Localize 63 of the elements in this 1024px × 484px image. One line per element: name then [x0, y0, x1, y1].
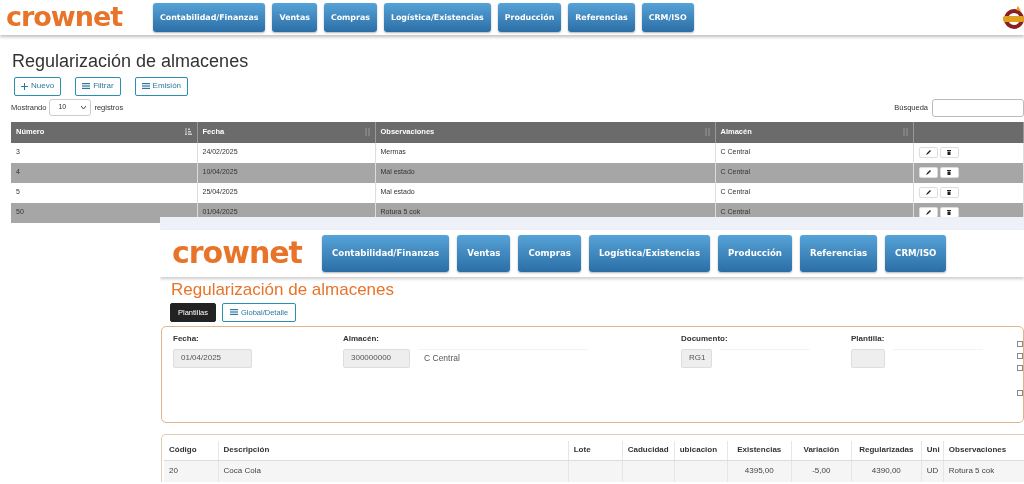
checkbox[interactable]: [1017, 364, 1023, 371]
column-header: Lote: [573, 445, 591, 455]
delete-button[interactable]: [939, 186, 959, 198]
trash-icon: [947, 209, 951, 215]
checkbox[interactable]: [1017, 352, 1023, 359]
input-field[interactable]: [851, 348, 885, 368]
field-label: Plantilla:: [851, 332, 886, 345]
column-header: Variación: [803, 445, 840, 455]
logo[interactable]: crownet: [172, 234, 302, 270]
trash-icon: [947, 149, 951, 155]
table-cell: Rotura 5 cok: [948, 466, 995, 476]
input-field[interactable]: C Central: [418, 348, 588, 368]
column-header: Caducidad: [627, 445, 669, 455]
checkbox[interactable]: [1017, 389, 1023, 396]
nav-button[interactable]: CRM/ISO: [885, 235, 947, 272]
column-header: Existencias: [737, 445, 782, 455]
input-field[interactable]: 01/04/2025: [173, 348, 252, 368]
input-field[interactable]: RG1: [681, 348, 712, 368]
pencil-icon: [925, 169, 931, 175]
column-header: ubicacion: [679, 445, 718, 455]
menu-icon: [82, 83, 91, 90]
nav-button[interactable]: Logística/Existencias: [588, 235, 711, 272]
column-header: Código: [169, 445, 197, 455]
chevron-icon: [81, 105, 87, 110]
table-cell: Coca Cola: [223, 466, 261, 476]
search-field[interactable]: [932, 98, 1024, 117]
nav-button[interactable]: Referencias: [799, 235, 878, 272]
column-header: Observaciones: [948, 445, 1007, 455]
logo[interactable]: crownet: [6, 0, 123, 32]
field-label: Documento:: [681, 332, 729, 345]
pencil-icon: [925, 149, 931, 155]
pencil-icon: [925, 209, 931, 215]
nav-button[interactable]: Ventas: [457, 235, 511, 272]
plus-icon: [21, 82, 28, 90]
trash-icon: [947, 189, 951, 195]
table-cell: -5,00: [812, 466, 831, 476]
nav-button[interactable]: Compras: [518, 235, 581, 272]
nav-button[interactable]: Producción: [718, 235, 792, 272]
column-header: Regularizadas: [859, 445, 914, 455]
menu-icon: [230, 309, 238, 316]
table-cell: 4390,00: [871, 466, 901, 476]
trash-icon: [947, 169, 951, 175]
delete-button[interactable]: [939, 146, 959, 158]
pencil-icon: [925, 189, 931, 195]
table-cell: UD: [926, 466, 939, 476]
delete-button[interactable]: [939, 166, 959, 178]
action-button[interactable]: Filtrar: [75, 76, 121, 96]
input-field[interactable]: 300000000: [343, 348, 410, 368]
page-title: Regularización de almacenes: [12, 51, 250, 73]
table-cell: 20: [169, 466, 178, 476]
nav-button[interactable]: Contabilidad/Finanzas: [322, 235, 450, 272]
table-cell: 4395,00: [744, 466, 774, 476]
checkbox[interactable]: [1017, 340, 1023, 347]
action-button[interactable]: Emisión: [134, 76, 189, 96]
delete-button[interactable]: [939, 206, 959, 218]
column-header: Uni: [926, 445, 940, 455]
field-label: Fecha:: [173, 332, 200, 345]
column-header: Descripción: [223, 445, 270, 455]
sort-ascending-icon: [184, 128, 192, 137]
menu-icon: [141, 83, 150, 90]
action-button[interactable]: Nuevo: [14, 76, 62, 96]
field-label: Almacén:: [343, 332, 380, 345]
page-title: Regularización de almacenes: [171, 281, 396, 300]
